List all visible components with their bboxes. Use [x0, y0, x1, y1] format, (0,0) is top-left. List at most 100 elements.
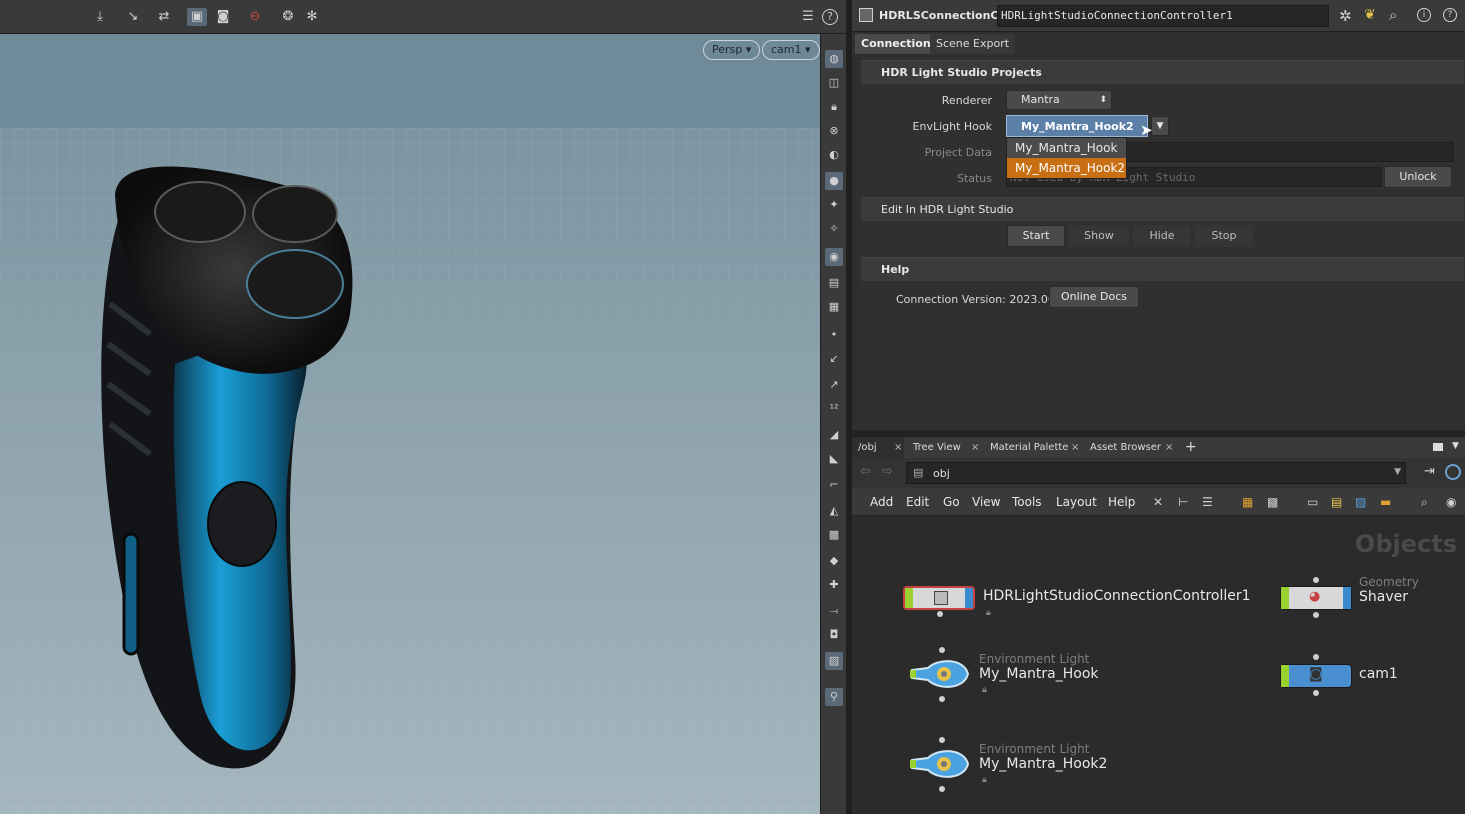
show-button[interactable]: Show: [1069, 225, 1129, 247]
camera-lock-icon[interactable]: ▦: [825, 298, 843, 316]
dropdown-option-my-mantra-hook2[interactable]: My_Mantra_Hook2: [1007, 158, 1126, 178]
shaded-box-icon[interactable]: ◘: [825, 626, 843, 644]
background-image-icon[interactable]: ▨: [825, 652, 843, 670]
wrench-icon[interactable]: ✕: [1153, 488, 1163, 516]
background-image-icon[interactable]: ▨: [1355, 488, 1366, 516]
dot-icon[interactable]: ▬: [1380, 488, 1391, 516]
network-box-icon[interactable]: ▭: [1307, 488, 1318, 516]
chevron-down-icon[interactable]: ▼: [1394, 467, 1401, 477]
maximize-icon[interactable]: [1433, 443, 1443, 451]
layout-icon[interactable]: ☰: [798, 8, 818, 26]
handle-tool-icon[interactable]: ⇄: [154, 8, 174, 26]
node-my-mantra-hook2[interactable]: [908, 746, 972, 782]
node-input-dot[interactable]: [939, 737, 945, 743]
node-name-field[interactable]: HDRLightStudioConnectionController1: [997, 5, 1329, 27]
help-section-header[interactable]: Help: [861, 257, 1464, 281]
render-icon[interactable]: ◉: [825, 248, 843, 266]
tree-icon[interactable]: ⊢: [1178, 488, 1188, 516]
pane-menu-icon[interactable]: ▼: [1452, 441, 1459, 451]
view-menu[interactable]: Persp ▾: [703, 40, 761, 60]
node-output-dot[interactable]: [937, 611, 943, 617]
envlight-hook-dropdown[interactable]: My_Mantra_Hook My_Mantra_Hook2: [1006, 137, 1127, 179]
envlight-hook-menu-button[interactable]: ▼: [1151, 116, 1169, 136]
help-icon[interactable]: ?: [1443, 8, 1457, 22]
hide-button[interactable]: Hide: [1133, 225, 1191, 247]
list-icon[interactable]: ☰: [1202, 488, 1213, 516]
node-shaver[interactable]: ◕: [1280, 586, 1352, 610]
camera-menu[interactable]: cam1 ▾: [762, 40, 820, 60]
shadow-icon[interactable]: ✧: [825, 220, 843, 238]
select-tool-icon[interactable]: ⤓: [90, 8, 110, 26]
ghost-icon[interactable]: ◙: [213, 8, 233, 26]
display-options-icon[interactable]: ▣: [187, 8, 207, 26]
prim-numbers-icon[interactable]: ◣: [825, 450, 843, 468]
3d-viewport[interactable]: Persp ▾ cam1 ▾: [0, 34, 820, 814]
menu-tools[interactable]: Tools: [1012, 488, 1042, 516]
sticky-note-icon[interactable]: ▤: [1331, 488, 1342, 516]
menu-edit[interactable]: Edit: [906, 488, 929, 516]
search-icon[interactable]: ⌕: [1421, 488, 1428, 516]
python-icon[interactable]: ❦: [1364, 7, 1376, 23]
pin-icon[interactable]: ⚲: [825, 688, 843, 706]
online-docs-button[interactable]: Online Docs: [1049, 286, 1139, 308]
prim-icon[interactable]: ◢: [825, 426, 843, 444]
add-tab-button[interactable]: +: [1185, 439, 1197, 455]
tab-asset-browser[interactable]: Asset Browser: [1084, 437, 1161, 459]
menu-layout[interactable]: Layout: [1056, 488, 1097, 516]
tab-connection[interactable]: Connection: [855, 34, 937, 54]
node-output-dot[interactable]: [1313, 612, 1319, 618]
node-output-dot[interactable]: [939, 696, 945, 702]
node-input-dot[interactable]: [1313, 577, 1319, 583]
xray-icon[interactable]: ⊗: [825, 122, 843, 140]
pin-icon[interactable]: ⇥: [1424, 464, 1435, 479]
menu-go[interactable]: Go: [943, 488, 960, 516]
back-arrow-icon[interactable]: ⇦: [860, 464, 871, 479]
node-output-dot[interactable]: [1313, 690, 1319, 696]
point-icon[interactable]: •: [825, 326, 843, 344]
close-icon[interactable]: ×: [1071, 437, 1079, 459]
lights-icon[interactable]: ❂: [278, 8, 298, 26]
vector-icon[interactable]: ↗: [825, 376, 843, 394]
dropdown-option-my-mantra-hook[interactable]: My_Mantra_Hook: [1007, 138, 1126, 158]
visibility-icon[interactable]: ⊖: [245, 8, 265, 26]
stop-button[interactable]: Stop: [1195, 225, 1253, 247]
snapping-icon[interactable]: ✻: [302, 8, 322, 26]
tab-material-palette[interactable]: Material Palette: [984, 437, 1068, 459]
color-palette-icon[interactable]: ▦: [1242, 488, 1253, 516]
edges-icon[interactable]: ⌐: [825, 476, 843, 494]
help-icon[interactable]: ?: [822, 9, 838, 25]
node-input-dot[interactable]: [1313, 654, 1319, 660]
node-cam1[interactable]: ◙: [1280, 664, 1352, 688]
renderer-select[interactable]: Mantra ⬍: [1006, 90, 1112, 110]
display-mode-icon[interactable]: ◍: [825, 50, 843, 68]
envlight-hook-select[interactable]: My_Mantra_Hook2: [1006, 115, 1148, 137]
grid-icon[interactable]: ▩: [1267, 488, 1278, 516]
wireframe-icon[interactable]: ◫: [825, 74, 843, 92]
close-icon[interactable]: ×: [1165, 437, 1173, 459]
node-hdrls-controller[interactable]: [903, 586, 975, 610]
node-input-dot[interactable]: [939, 647, 945, 653]
start-button[interactable]: Start: [1007, 225, 1065, 247]
gear-icon[interactable]: ✲: [1339, 7, 1352, 25]
headlight-icon[interactable]: ✦: [825, 196, 843, 214]
network-canvas[interactable]: Objects HDRLightStudioConnectionControll…: [852, 516, 1465, 814]
normals-icon[interactable]: ↙: [825, 350, 843, 368]
eye-icon[interactable]: ◉: [1446, 488, 1456, 516]
diamond-icon[interactable]: ◆: [825, 552, 843, 570]
transform-tool-icon[interactable]: ↘: [123, 8, 143, 26]
joint-icon[interactable]: ⤙: [825, 602, 843, 620]
node-my-mantra-hook[interactable]: [908, 656, 972, 692]
light-bulb-icon[interactable]: ●: [825, 172, 843, 190]
unlock-button[interactable]: Unlock: [1384, 166, 1452, 188]
info-icon[interactable]: i: [1417, 8, 1431, 22]
bone-icon[interactable]: ✚: [825, 576, 843, 594]
profile-icon[interactable]: ◭: [825, 502, 843, 520]
close-icon[interactable]: ×: [894, 437, 902, 459]
path-field[interactable]: ▤ obj ▼: [906, 462, 1406, 484]
menu-view[interactable]: View: [972, 488, 1000, 516]
menu-help[interactable]: Help: [1108, 488, 1135, 516]
forward-arrow-icon[interactable]: ⇨: [882, 464, 893, 479]
uv-icon[interactable]: ▩: [825, 526, 843, 544]
shading-icon[interactable]: ◐: [825, 146, 843, 164]
search-icon[interactable]: ⌕: [1389, 6, 1397, 24]
